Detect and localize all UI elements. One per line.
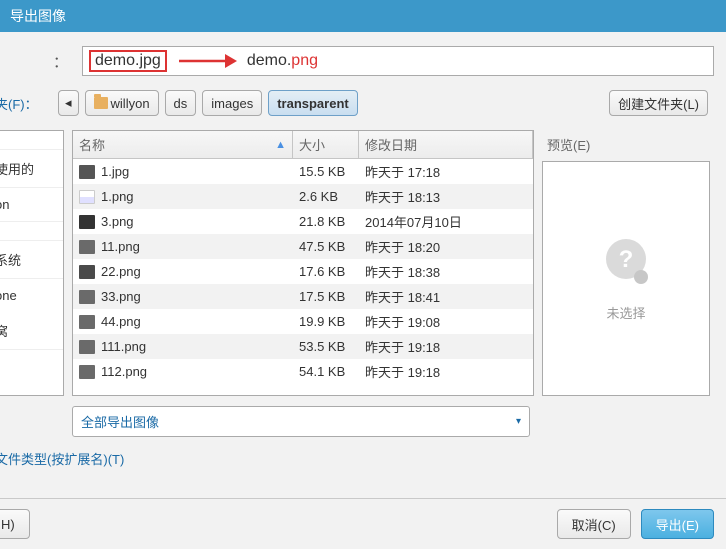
file-icon [79,165,95,179]
chevron-down-icon: ▾ [516,416,521,427]
col-header-size[interactable]: 大小 [293,131,359,158]
preview-title: 预览(E) [542,130,710,157]
arrow-icon [177,52,237,70]
export-button[interactable]: 导出(E) [641,509,714,539]
file-icon [79,240,95,254]
filename-annotation-original: demo.jpg [89,50,167,72]
svg-text:?: ? [619,246,634,273]
file-list-rows[interactable]: 1.jpg15.5 KB昨天于 17:18 1.png2.6 KB昨天于 18:… [73,159,533,395]
cancel-button[interactable]: 取消(C) [557,509,631,539]
col-header-name[interactable]: 名称 ▲ [73,131,293,158]
create-folder-button[interactable]: 创建文件夹(L) [609,90,708,116]
file-icon [79,290,95,304]
filename-label: ： [4,51,74,72]
file-list-pane: 名称 ▲ 大小 修改日期 1.jpg15.5 KB昨天于 17:18 1.png… [72,130,534,396]
col-header-date[interactable]: 修改日期 [359,131,533,158]
path-segment-transparent[interactable]: transparent [268,90,358,116]
file-row[interactable]: 22.png17.6 KB昨天于 18:38 [73,259,533,284]
places-sidebar[interactable]: 使用的 on 系统 one 窝 [0,130,64,396]
sidebar-item[interactable]: one [0,279,63,312]
file-row[interactable]: 112.png54.1 KB昨天于 19:18 [73,359,533,384]
file-type-disclosure[interactable]: ▸ 文件类型(按扩展名)(T) [0,437,718,468]
sidebar-item[interactable]: 系统 [0,241,63,279]
filename-row: ： demo.jpg demo.png [0,40,718,86]
file-icon [79,365,95,379]
sort-asc-icon: ▲ [275,139,286,151]
sidebar-item[interactable]: 使用的 [0,150,63,188]
export-type-dropdown[interactable]: 全部导出图像 ▾ [72,406,530,437]
bottom-toolbar: H) 取消(C) 导出(E) [0,498,726,549]
path-segment-willyon[interactable]: willyon [85,90,159,116]
file-row[interactable]: 111.png53.5 KB昨天于 19:18 [73,334,533,359]
save-in-label[interactable]: 件夹(F)： [0,94,52,113]
sidebar-item[interactable] [0,131,63,150]
file-icon [79,215,95,229]
sidebar-item[interactable]: 窝 [0,312,63,350]
file-icon [79,340,95,354]
file-row[interactable]: 1.jpg15.5 KB昨天于 17:18 [73,159,533,184]
filename-input[interactable]: demo.jpg demo.png [82,46,714,76]
file-list-header: 名称 ▲ 大小 修改日期 [73,131,533,159]
help-button[interactable]: H) [0,509,30,539]
file-row[interactable]: 11.png47.5 KB昨天于 18:20 [73,234,533,259]
file-row[interactable]: 44.png19.9 KB昨天于 19:08 [73,309,533,334]
question-icon: ? [599,235,653,289]
file-row[interactable]: 33.png17.5 KB昨天于 18:41 [73,284,533,309]
file-row[interactable]: 3.png21.8 KB2014年07月10日 [73,209,533,234]
window-title: 导出图像 [10,8,66,24]
file-icon [79,265,95,279]
path-back-button[interactable]: ◂ [58,90,79,116]
path-row: 件夹(F)： ◂ willyon ds images transparent 创… [0,86,718,126]
path-segment-images[interactable]: images [202,90,262,116]
preview-empty-label: 未选择 [606,303,645,322]
preview-box: ? 未选择 [542,161,710,396]
sidebar-item[interactable]: on [0,188,63,222]
file-row[interactable]: 1.png2.6 KB昨天于 18:13 [73,184,533,209]
file-icon [79,315,95,329]
sidebar-item[interactable] [0,222,63,241]
file-icon [79,190,95,204]
window-titlebar: 导出图像 [0,0,726,32]
preview-pane: 预览(E) ? 未选择 [542,130,710,396]
filename-annotation-target: demo.png [247,52,318,70]
folder-icon [94,97,108,109]
path-segment-ds[interactable]: ds [165,90,197,116]
